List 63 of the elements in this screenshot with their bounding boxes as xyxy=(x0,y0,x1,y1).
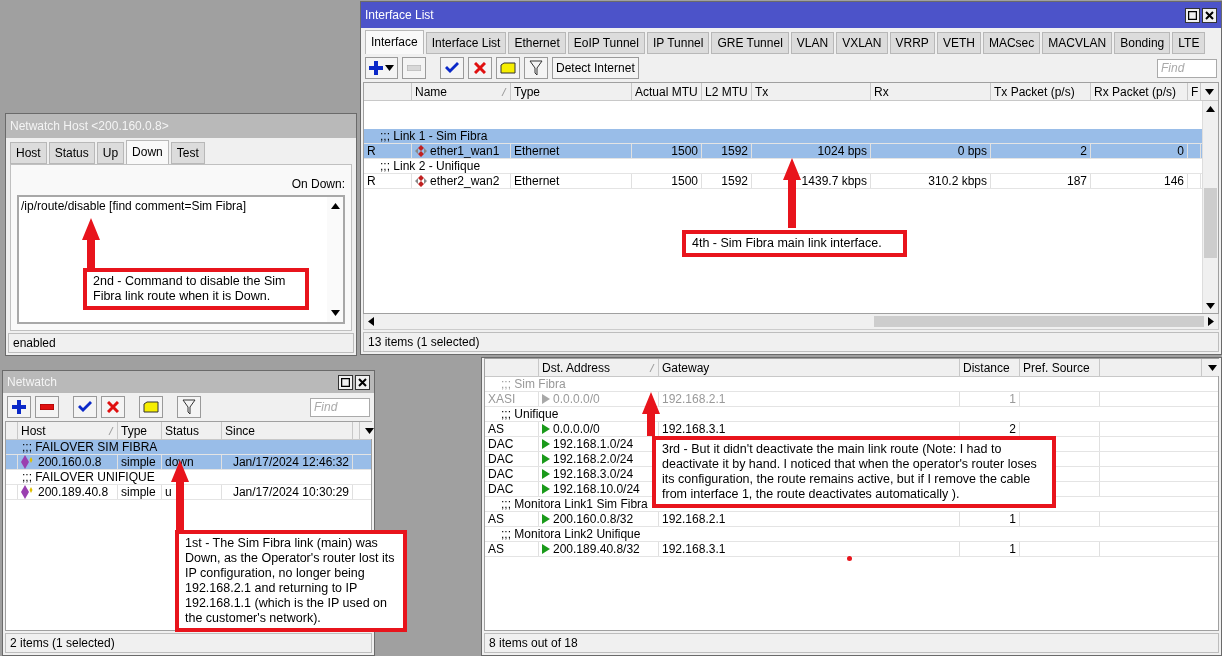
table-cell: 0 xyxy=(1177,144,1184,158)
annotation-tooltip: 2nd - Command to disable the Sim Fibra link route when it is Down. xyxy=(83,268,309,310)
table-cell: Ethernet xyxy=(514,174,560,188)
table-cell: ether1_wan1 xyxy=(430,144,500,158)
field-label: On Down: xyxy=(291,177,345,191)
table-cell: 192.168.2.0/24 xyxy=(553,452,634,466)
flag-label: AS xyxy=(488,422,504,436)
table-cell: 1592 xyxy=(721,174,748,188)
table-cell: 1500 xyxy=(671,174,698,188)
table-cell: 187 xyxy=(1066,174,1087,188)
table-cell: 0.0.0.0/0 xyxy=(553,422,600,436)
status-text: 8 items out of 18 xyxy=(489,636,578,650)
flag-label: AS xyxy=(488,512,504,526)
table-cell: 192.168.10.0/24 xyxy=(553,482,640,496)
flag-label: R xyxy=(367,144,376,158)
table-cell: 1 xyxy=(1009,542,1016,556)
table-cell: 200.160.0.8 xyxy=(38,455,102,469)
table-cell: down xyxy=(165,455,194,469)
table-cell: u xyxy=(165,485,172,499)
table-cell: 1439.7 kbps xyxy=(801,174,867,188)
status-text: 2 items (1 selected) xyxy=(10,636,115,650)
table-cell: 192.168.2.1 xyxy=(662,392,726,406)
table-cell: 2 xyxy=(1009,422,1016,436)
flag-label: DAC xyxy=(488,467,514,481)
table-cell: 192.168.1.0/24 xyxy=(553,437,634,451)
table-cell: ether2_wan2 xyxy=(430,174,500,188)
table-cell: 200.189.40.8/32 xyxy=(553,542,640,556)
status-text: 13 items (1 selected) xyxy=(368,335,480,349)
window-title: Netwatch xyxy=(7,375,59,389)
table-cell: 0 bps xyxy=(957,144,987,158)
table-cell: 0.0.0.0/0 xyxy=(553,392,600,406)
status-text: enabled xyxy=(13,336,56,350)
table-cell: 310.2 kbps xyxy=(928,174,987,188)
flag-label: XASI xyxy=(488,392,516,406)
flag-label: R xyxy=(367,174,376,188)
table-cell: 1 xyxy=(1009,392,1016,406)
table-cell: 1500 xyxy=(671,144,698,158)
table-cell: 2 xyxy=(1080,144,1087,158)
table-cell: Jan/17/2024 10:30:29 xyxy=(232,485,349,499)
table-cell: 192.168.3.1 xyxy=(662,542,726,556)
table-cell: 1 xyxy=(1009,512,1016,526)
table-cell: 1024 bps xyxy=(817,144,867,158)
window-title: Netwatch Host <200.160.0.8> xyxy=(10,119,170,133)
script-text: /ip/route/disable [find comment=Sim Fibra] xyxy=(21,199,247,213)
table-cell: 192.168.3.1 xyxy=(662,422,726,436)
table-cell: simple xyxy=(121,485,156,499)
table-cell: 146 xyxy=(1163,174,1184,188)
annotation-tooltip: 3rd - But it didn't deactivate the main link route (Note: I had to deactivate it by hand. I noticed that when the operator's router loses its configuration, the route remains active, but if I remove the cable from interface 1, the route deactivates automatically ). xyxy=(652,436,1056,508)
flag-label: AS xyxy=(488,542,504,556)
flag-label: DAC xyxy=(488,437,514,451)
window-title: Interface List xyxy=(365,8,435,22)
annotation-tooltip: 4th - Sim Fibra main link interface. xyxy=(682,230,907,257)
table-cell: 1592 xyxy=(721,144,748,158)
table-cell: simple xyxy=(121,455,156,469)
table-cell: 200.189.40.8 xyxy=(38,485,109,499)
table-cell: 200.160.0.8/32 xyxy=(553,512,634,526)
table-cell: Ethernet xyxy=(514,144,560,158)
flag-label: DAC xyxy=(488,452,514,466)
flag-label: DAC xyxy=(488,482,514,496)
table-cell: 192.168.3.0/24 xyxy=(553,467,634,481)
table-cell: Jan/17/2024 12:46:32 xyxy=(232,455,349,469)
annotation-tooltip: 1st - The Sim Fibra link (main) was Down, as the Operator's router lost its IP configuration, no longer being 192.168.2.1 and returning to IP 192.168.1.1 (which is the IP used on the customer's network). xyxy=(175,530,407,632)
table-cell: 192.168.2.1 xyxy=(662,512,726,526)
